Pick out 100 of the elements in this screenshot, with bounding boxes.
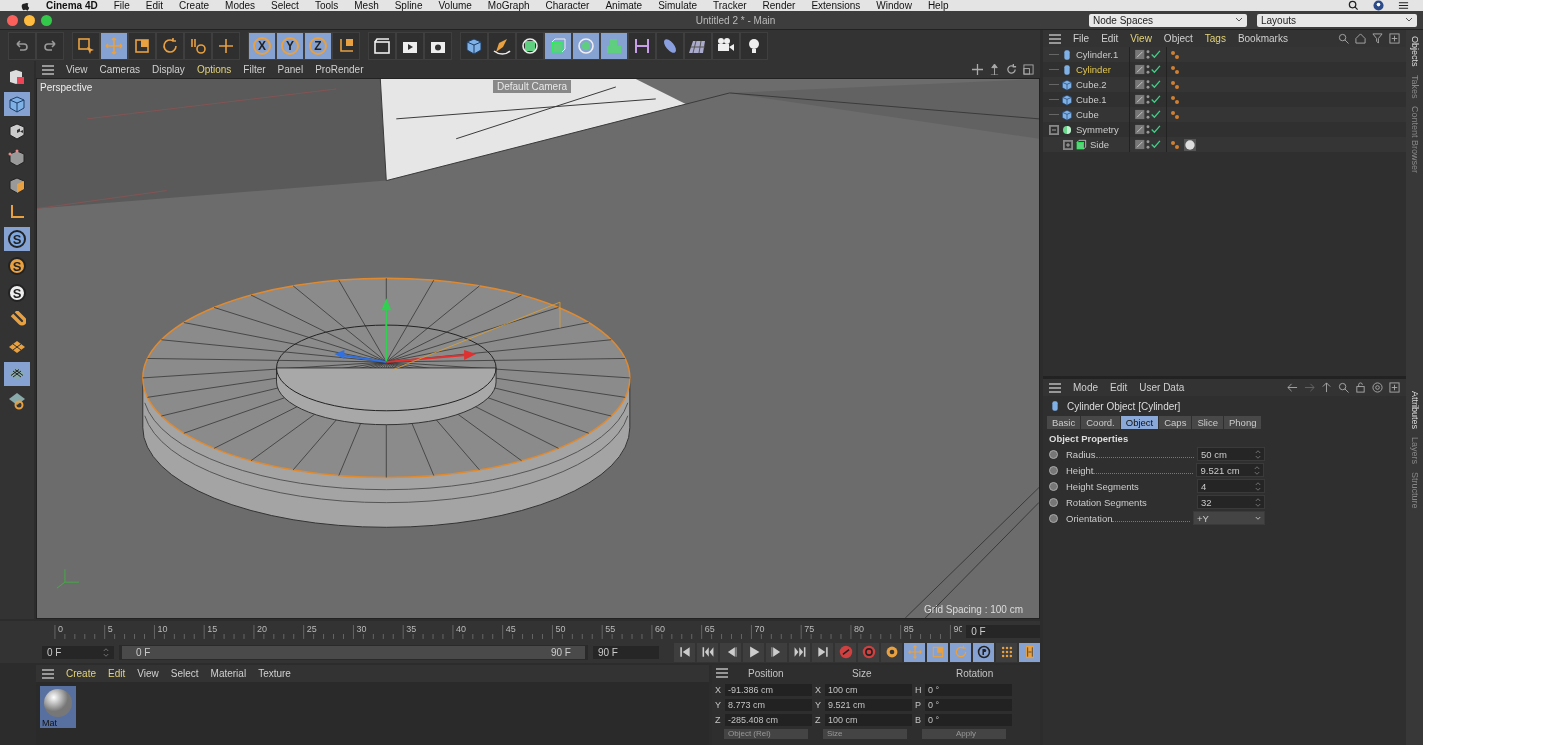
menu-item[interactable]: Select	[170, 668, 199, 679]
tool-button[interactable]	[713, 32, 739, 59]
menu-item[interactable]: Animate	[605, 0, 643, 11]
mode-dropdown[interactable]: Size	[823, 729, 907, 739]
menu-item[interactable]: Window	[876, 0, 912, 11]
viewport[interactable]: Perspective Default Camera Grid Spacing : 100 cm	[36, 78, 1040, 619]
axis-button[interactable]: X	[249, 32, 275, 59]
menu-item[interactable]: View	[137, 668, 159, 679]
menu-item[interactable]: File	[1073, 33, 1090, 44]
current-frame-field[interactable]: 0 F	[966, 624, 1040, 638]
playback-button[interactable]	[996, 642, 1017, 662]
filter-icon[interactable]	[1372, 33, 1383, 44]
tool-button[interactable]	[185, 32, 211, 59]
menu-item[interactable]: Create	[179, 0, 210, 11]
playback-button[interactable]	[881, 642, 902, 662]
menu-item[interactable]: Select	[271, 0, 299, 11]
menu-icon[interactable]	[1049, 33, 1061, 44]
menu-item[interactable]: MoGraph	[487, 0, 530, 11]
tool-button[interactable]	[461, 32, 487, 59]
visibility-flags-icon[interactable]	[1134, 64, 1162, 75]
search-icon[interactable]	[1348, 0, 1359, 11]
phong-tag-icon[interactable]	[1169, 138, 1181, 151]
coordinate-field[interactable]: 0 °	[925, 684, 1012, 696]
tool-button[interactable]	[629, 32, 655, 59]
menu-item[interactable]: Object	[1163, 33, 1193, 44]
menu-item[interactable]: Cameras	[99, 64, 141, 75]
tool-button[interactable]	[601, 32, 627, 59]
chevron-down-icon[interactable]	[1405, 16, 1413, 24]
playback-button[interactable]	[674, 642, 695, 662]
visibility-flags-icon[interactable]	[1134, 139, 1162, 150]
playback-button[interactable]	[858, 642, 879, 662]
layouts-dropdown[interactable]: Layouts	[1257, 13, 1417, 27]
tab[interactable]: Object	[1120, 416, 1159, 429]
menu-item[interactable]: Material	[210, 668, 247, 679]
visibility-flags-icon[interactable]	[1134, 124, 1162, 135]
list-icon[interactable]	[1398, 0, 1409, 11]
menu-item[interactable]: Options	[196, 64, 232, 75]
tool-button[interactable]: S	[4, 227, 30, 251]
chevron-down-icon[interactable]	[1235, 16, 1243, 24]
number-field[interactable]: 50 cm	[1197, 447, 1265, 461]
number-field[interactable]: 32	[1197, 495, 1265, 509]
object-name[interactable]: Side	[1090, 139, 1109, 150]
tab[interactable]: Basic	[1047, 416, 1081, 429]
menu-item[interactable]: Help	[927, 0, 949, 11]
expand-icon[interactable]	[1063, 139, 1073, 150]
coordinate-field[interactable]: 100 cm	[825, 714, 912, 726]
axis-button[interactable]: Y	[277, 32, 303, 59]
playback-button[interactable]	[927, 642, 948, 662]
coordinate-field[interactable]: 100 cm	[825, 684, 912, 696]
menu-item[interactable]: Create	[66, 668, 96, 679]
menu-item[interactable]: View	[1130, 33, 1152, 44]
back-arrow-icon[interactable]	[1287, 382, 1298, 393]
menu-icon[interactable]	[716, 668, 728, 678]
object-name[interactable]: Cylinder.1	[1076, 49, 1119, 60]
menu-item[interactable]: Texture	[258, 668, 291, 679]
menu-item[interactable]: Edit	[145, 0, 164, 11]
menu-item[interactable]: File	[113, 0, 130, 11]
tool-button[interactable]	[741, 32, 767, 59]
material-swatch[interactable]: Mat	[40, 686, 76, 728]
menu-item[interactable]: Edit	[1101, 33, 1119, 44]
coordinate-field[interactable]: 9.521 cm	[825, 699, 912, 711]
axis-button[interactable]: Z	[305, 32, 331, 59]
tool-button[interactable]	[397, 32, 423, 59]
tab[interactable]: Caps	[1159, 416, 1192, 429]
minimize-button[interactable]	[24, 14, 35, 26]
playback-button[interactable]	[697, 642, 718, 662]
material-tag-icon[interactable]	[1184, 138, 1196, 151]
zoom-icon[interactable]	[989, 64, 1000, 75]
object-name[interactable]: Cylinder	[1076, 64, 1111, 75]
object-name[interactable]: Symmetry	[1076, 124, 1119, 135]
dropdown[interactable]: +Y	[1193, 511, 1265, 525]
apply-button[interactable]: Apply	[922, 729, 1006, 739]
menu-item[interactable]: View	[66, 64, 88, 75]
menu-item[interactable]: Display	[152, 64, 185, 75]
tool-button[interactable]	[685, 32, 711, 59]
menu-item[interactable]: Simulate	[658, 0, 698, 11]
timeline-ruler[interactable]: 0 5 10 15 20 25 30 35 40 45 50 55 60 65 70 75 80 85 90	[35, 621, 963, 641]
coordinate-field[interactable]: 0 °	[925, 714, 1012, 726]
side-tab[interactable]: Attributes	[1409, 391, 1420, 430]
coordinate-field[interactable]: -285.408 cm	[725, 714, 812, 726]
menu-icon[interactable]	[42, 668, 54, 679]
playback-button[interactable]	[766, 642, 787, 662]
up-arrow-icon[interactable]	[1321, 382, 1332, 393]
tool-button[interactable]	[489, 32, 515, 59]
tool-button[interactable]	[369, 32, 395, 59]
tool-button[interactable]	[657, 32, 683, 59]
coordinate-field[interactable]: 8.773 cm	[725, 699, 812, 711]
mode-dropdown[interactable]: Object (Rel)	[724, 729, 808, 739]
menu-item[interactable]: User Data	[1139, 382, 1185, 393]
menu-item[interactable]: Volume	[438, 0, 472, 11]
tool-button[interactable]	[425, 32, 451, 59]
menu-item[interactable]: Spline	[394, 0, 423, 11]
playback-button[interactable]	[904, 642, 925, 662]
phong-tag-icon[interactable]	[1169, 48, 1181, 61]
playback-button[interactable]	[973, 642, 994, 662]
tool-button[interactable]	[157, 32, 183, 59]
maximize-icon[interactable]	[1023, 64, 1034, 75]
phong-tag-icon[interactable]	[1169, 108, 1181, 121]
visibility-flags-icon[interactable]	[1134, 94, 1162, 105]
playback-button[interactable]	[812, 642, 833, 662]
